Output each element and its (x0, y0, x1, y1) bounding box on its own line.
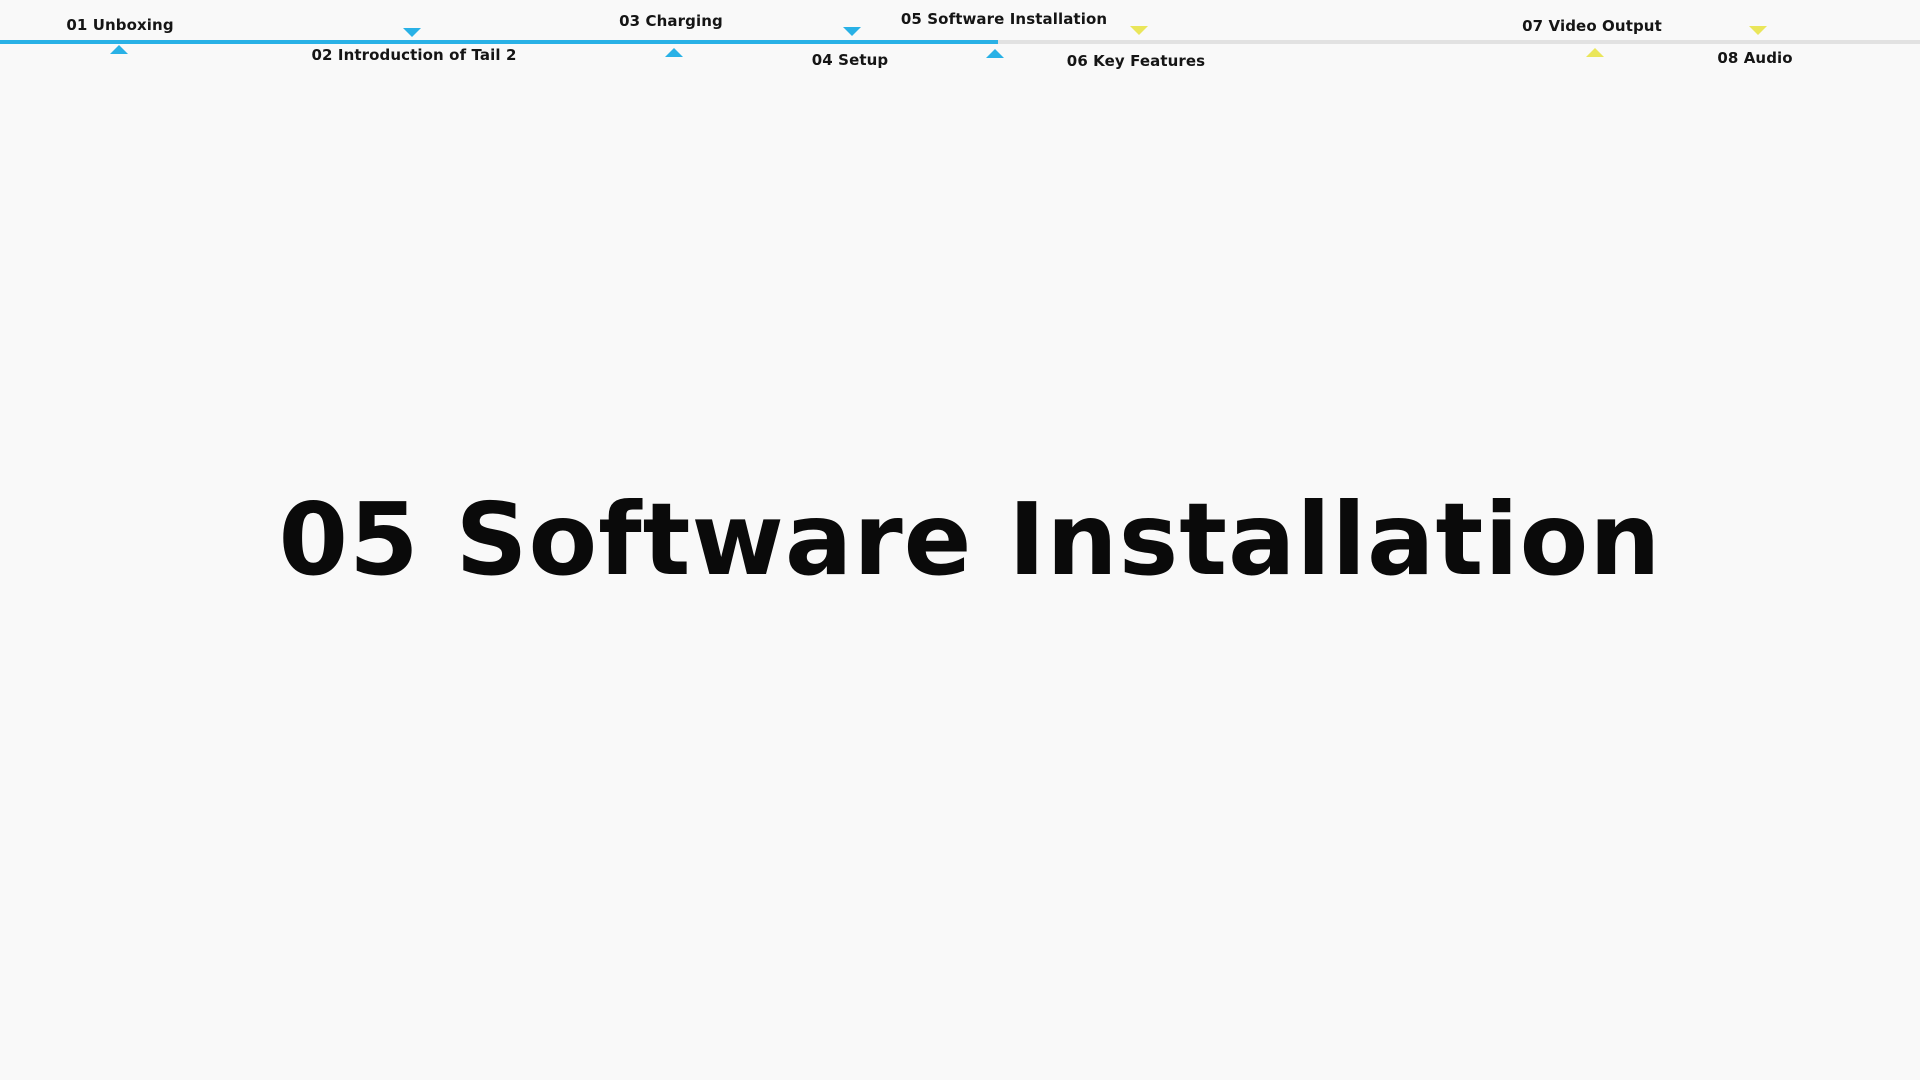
down-arrow-icon (1130, 26, 1148, 35)
timeline-track[interactable] (0, 40, 1920, 44)
chapter-label-introduction[interactable]: 02 Introduction of Tail 2 (312, 46, 517, 64)
chapter-label-audio[interactable]: 08 Audio (1717, 49, 1792, 67)
chapter-title: 05 Software Installation (278, 481, 1662, 598)
chapter-label-unboxing[interactable]: 01 Unboxing (66, 16, 173, 34)
up-arrow-icon (986, 49, 1004, 58)
down-arrow-icon (1749, 26, 1767, 35)
down-arrow-icon (403, 28, 421, 37)
up-arrow-icon (665, 48, 683, 57)
timeline-progress-fill (0, 40, 999, 44)
chapter-label-charging[interactable]: 03 Charging (619, 12, 723, 30)
chapter-label-software-installation[interactable]: 05 Software Installation (901, 10, 1107, 28)
chapter-label-key-features[interactable]: 06 Key Features (1067, 52, 1205, 70)
up-arrow-icon (110, 45, 128, 54)
up-arrow-icon (1586, 48, 1604, 57)
down-arrow-icon (843, 27, 861, 36)
chapter-label-setup[interactable]: 04 Setup (812, 51, 888, 69)
chapter-title-screen: 01 Unboxing 02 Introduction of Tail 2 03… (0, 0, 1920, 1080)
chapter-label-video-output[interactable]: 07 Video Output (1522, 17, 1662, 35)
